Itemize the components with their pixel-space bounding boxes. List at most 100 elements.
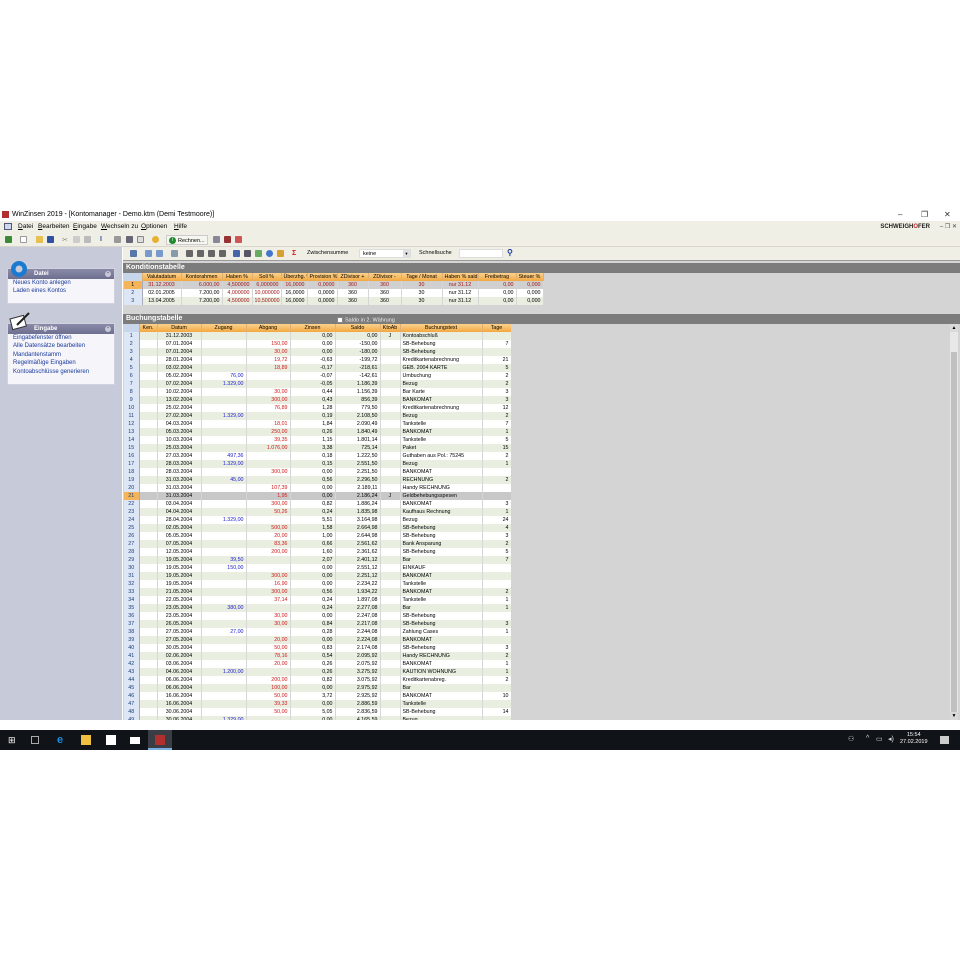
mail-icon[interactable] (137, 236, 144, 243)
table-row[interactable]: 2 07.01.2004 150,00 0,00 -150,00 SB-Behebung 7 (124, 340, 511, 348)
table-row[interactable]: 16 27.03.2004 497,36 0,18 1.222,50 Guthaben a… (124, 452, 511, 460)
table-row[interactable]: 45 06.06.2004 100,00 0,00 2.975,92 Bar (124, 684, 511, 692)
clock[interactable]: 15:54 27.02.2019 (900, 732, 928, 746)
link-alle-datensaetze[interactable]: Alle Datensätze bearbeiten (8, 342, 114, 350)
table-row[interactable]: 40 30.05.2004 50,00 0,83 2.174,08 SB-Behebung… (124, 644, 511, 652)
column-header[interactable]: Haben % sald. (442, 273, 479, 281)
export-icon[interactable] (171, 250, 178, 257)
column-header[interactable]: ZDivisor + (337, 273, 369, 281)
table-row[interactable]: 27 07.05.2004 83,36 0,66 2.561,62 Bank Anspar… (124, 540, 511, 548)
table-row[interactable]: 15 25.03.2004 1.076,00 3,38 725,14 Paket 15 (124, 444, 511, 452)
sum-icon[interactable]: Σ (292, 250, 299, 257)
edit-icon[interactable] (130, 250, 137, 257)
table-row[interactable]: 39 27.05.2004 20,00 0,00 2.224,08 BANKOMAT (124, 636, 511, 644)
table-row[interactable]: 44 06.06.2004 200,00 0,82 3.075,92 Kreditkart… (124, 676, 511, 684)
store-icon[interactable] (106, 735, 116, 745)
table-row[interactable]: 21 31.03.2004 1,95 0,00 2.186,24 J Geldbehebun… (124, 492, 511, 500)
table-row[interactable]: 17 28.03.2004 1.329,00 0,15 2.551,50 Bezug 1 (124, 460, 511, 468)
view-icon[interactable] (233, 250, 240, 257)
volume-icon[interactable]: ◂) (888, 735, 898, 745)
vertical-scrollbar[interactable]: ▲ ▼ (950, 324, 958, 720)
people-icon[interactable]: ⚇ (848, 735, 858, 745)
table-row[interactable]: 23 04.04.2004 50,26 0,24 1.835,98 Kaufhaus Re… (124, 508, 511, 516)
table-row[interactable]: 5 03.02.2004 18,89 -0,17 -218,61 GEB. 2004 KA… (124, 364, 511, 372)
minimize-button[interactable]: – (898, 208, 902, 221)
sort-desc-icon[interactable] (156, 250, 163, 257)
link-kontoabschluesse[interactable]: Kontoabschlüsse generieren (8, 368, 114, 376)
mail-icon[interactable] (130, 737, 140, 744)
column-header[interactable]: Zugang (201, 324, 247, 332)
save-icon[interactable] (47, 236, 54, 243)
edge-icon[interactable]: e (57, 735, 67, 746)
task-view-icon[interactable] (31, 736, 39, 744)
menu-datei[interactable]: Datei (18, 221, 33, 233)
table-row[interactable]: 35 23.05.2004 380,00 0,24 2.277,08 Bar 1 (124, 604, 511, 612)
table-row[interactable]: 26 05.05.2004 20,00 1,00 2.644,98 SB-Behebung… (124, 532, 511, 540)
table-row[interactable]: 14 10.03.2004 39,35 1,15 1.801,14 Tankstelle 5 (124, 436, 511, 444)
link-regelmaessige-eingaben[interactable]: Regelmäßige Eingaben (8, 359, 114, 367)
column-header[interactable]: Haben % (222, 273, 253, 281)
chevron-down-icon[interactable]: ▼ (403, 250, 410, 257)
rechnen-button[interactable]: i Rechnen... (166, 235, 208, 245)
table-row[interactable]: 33 21.05.2004 300,00 0,56 1.934,22 BANKOMAT 2 (124, 588, 511, 596)
table-row[interactable]: 46 16.06.2004 50,00 3,72 2.925,92 BANKOMAT 10 (124, 692, 511, 700)
show-hidden-icons[interactable]: ^ (866, 735, 876, 745)
table-row[interactable]: 25 02.05.2004 500,00 1,58 2.664,98 SB-Behebun… (124, 524, 511, 532)
column-header[interactable] (124, 324, 140, 332)
table-row[interactable]: 9 13.02.2004 300,00 0,43 856,39 BANKOMAT 3 (124, 396, 511, 404)
table-row[interactable]: 34 22.05.2004 37,14 0,24 1.897,08 Tankstelle 1 (124, 596, 511, 604)
link-konto-laden[interactable]: Laden eines Kontos (8, 287, 114, 295)
column-header[interactable]: Abgang (246, 324, 291, 332)
move-icon[interactable] (208, 250, 215, 257)
column-header[interactable]: Tage (482, 324, 511, 332)
windows-start-icon[interactable]: ⊞ (8, 735, 18, 745)
table-row[interactable]: 4 28.01.2004 19,72 -0,63 -199,72 Kreditkarten… (124, 356, 511, 364)
column-header[interactable]: Saldo (335, 324, 381, 332)
print-preview-icon[interactable] (126, 236, 133, 243)
table-row[interactable]: 10 25.02.2004 76,89 1,28 779,50 Kreditkartena… (124, 404, 511, 412)
filter-icon[interactable] (255, 250, 262, 257)
refresh-icon[interactable] (219, 250, 226, 257)
copy-icon[interactable] (73, 236, 80, 243)
column-header[interactable]: ZDivisor - (368, 273, 402, 281)
table-row[interactable]: 37 26.05.2004 30,00 0,84 2.217,08 SB-Behebung… (124, 620, 511, 628)
link-mandantenstamm[interactable]: Mandantenstamm (8, 351, 114, 359)
table-row[interactable]: 24 28.04.2004 1.329,00 5,51 3.164,98 Bezug 24 (124, 516, 511, 524)
notifications-icon[interactable] (940, 736, 949, 744)
globe-icon[interactable] (266, 250, 273, 257)
column-header[interactable]: Überzhg. % (281, 273, 308, 281)
column-header[interactable]: Soll % (252, 273, 282, 281)
table-row[interactable]: 8 10.02.2004 30,00 0,44 1.156,39 Bar Karte 3 (124, 388, 511, 396)
open-account-icon[interactable] (5, 236, 12, 243)
link-neues-konto[interactable]: Neues Konto anlegen (8, 279, 114, 287)
collapse-icon[interactable]: ⌃ (105, 271, 111, 277)
help-icon[interactable] (152, 236, 159, 243)
table-row[interactable]: 19 31.03.2004 45,00 0,56 2.296,50 RECHNUNG 2 (124, 476, 511, 484)
binoculars-icon[interactable]: ⚲ (507, 248, 513, 257)
chart-icon[interactable] (277, 250, 284, 257)
table-row[interactable]: 42 03.06.2004 20,00 0,26 2.075,92 BANKOMAT 1 (124, 660, 511, 668)
table-row[interactable]: 1 31.12.2003 0,00 0,00 J Kontoabschluß (124, 332, 511, 340)
table-row[interactable]: 48 30.06.2004 50,00 5,05 2.836,59 SB-Behebung… (124, 708, 511, 716)
table-row[interactable]: 29 19.05.2004 39,50 2,07 2.401,12 Bar 7 (124, 556, 511, 564)
column-header[interactable]: Tage / Monat (401, 273, 443, 281)
scrollbar-thumb[interactable] (951, 352, 957, 712)
new-file-icon[interactable] (20, 236, 27, 243)
open-folder-icon[interactable] (36, 236, 43, 243)
table-row[interactable]: 41 02.06.2004 78,16 0,54 2.095,92 Handy RECHN… (124, 652, 511, 660)
sort-asc-icon[interactable] (145, 250, 152, 257)
calculator-icon[interactable] (213, 236, 220, 243)
table-row[interactable]: 47 16.06.2004 39,33 0,00 2.886,59 Tankstelle (124, 700, 511, 708)
table-row[interactable]: 20 31.03.2004 107,39 0,00 2.189,11 Handy RECH… (124, 484, 511, 492)
table-row[interactable]: 30 19.05.2004 150,00 0,00 2.551,12 EINKAUF (124, 564, 511, 572)
column-header[interactable]: Freibetrag (478, 273, 517, 281)
cut-icon[interactable]: ✂ (62, 236, 69, 244)
table-row[interactable]: 6 05.02.2004 76,00 -0,07 -142,61 Umbuchung 2 (124, 372, 511, 380)
column-header[interactable]: Zinsen (290, 324, 336, 332)
winzinsen-taskbar-button[interactable] (148, 730, 172, 750)
table-row[interactable]: 38 27.05.2004 27,00 0,28 2.244,08 Zahlung Cas… (124, 628, 511, 636)
table-row[interactable]: 18 28.03.2004 300,00 0,00 2.251,50 BANKOMAT (124, 468, 511, 476)
table-row[interactable]: 36 23.05.2004 30,00 0,00 2.247,08 SB-Behebung (124, 612, 511, 620)
table-row[interactable]: 3 07.01.2004 30,00 0,00 -180,00 SB-Behebung (124, 348, 511, 356)
mdi-controls[interactable]: – ❐ ✕ (940, 221, 957, 233)
